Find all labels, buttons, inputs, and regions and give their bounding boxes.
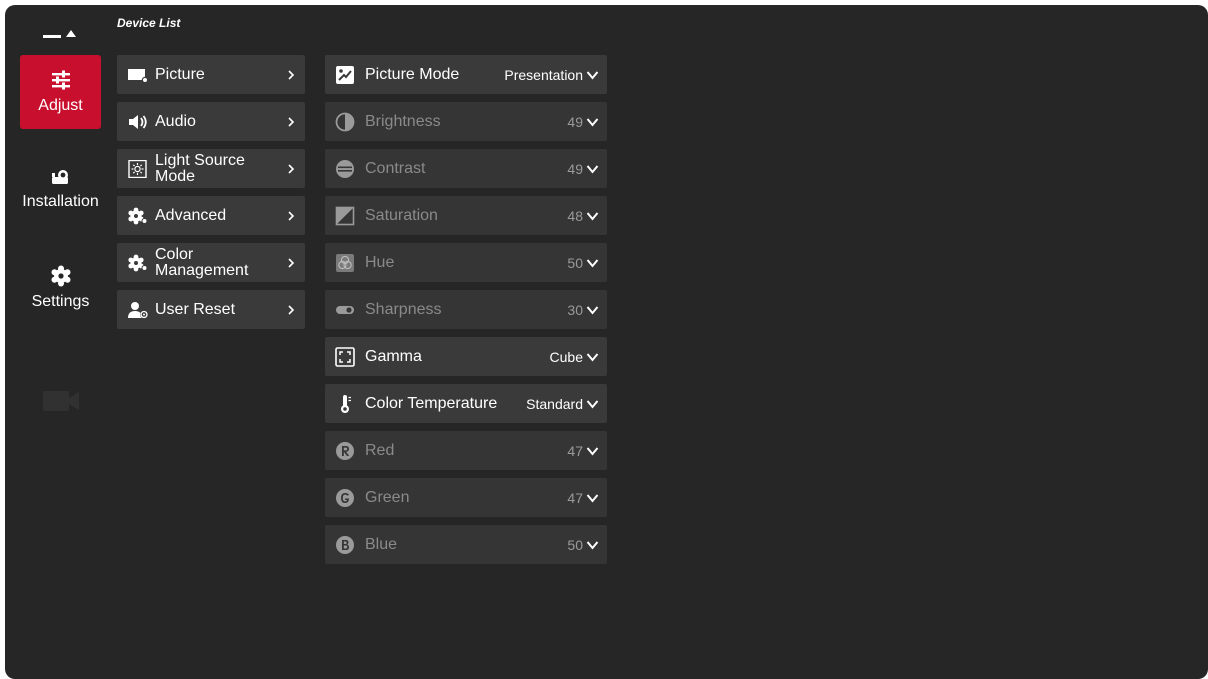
collapse-menu-icon[interactable] xyxy=(43,29,85,43)
setting-brightness[interactable]: Brightness 49 xyxy=(325,102,607,141)
picture-mode-icon xyxy=(336,65,354,84)
red-r-icon xyxy=(336,441,354,460)
thermometer-icon xyxy=(341,394,351,413)
setting-color-temperature[interactable]: Color Temperature Standard xyxy=(325,384,607,423)
setting-value: 47 xyxy=(567,442,583,459)
setting-value: 49 xyxy=(567,113,583,130)
nav-label: Installation xyxy=(22,193,99,210)
contrast-icon xyxy=(336,159,354,178)
setting-red[interactable]: Red 47 xyxy=(325,431,607,470)
gear-icon xyxy=(51,265,70,287)
submenu-item-advanced[interactable]: Advanced xyxy=(117,196,305,235)
camera-icon xyxy=(43,391,79,411)
setting-value: 50 xyxy=(567,536,583,553)
submenu-label: Light Source Mode xyxy=(155,151,245,185)
setting-blue[interactable]: Blue 50 xyxy=(325,525,607,564)
advanced-gear-icon xyxy=(128,207,148,224)
submenu-label: Advanced xyxy=(155,206,227,224)
setting-label: Sharpness xyxy=(365,300,442,318)
chevron-right-icon xyxy=(288,210,295,221)
user-reset-icon xyxy=(128,301,148,318)
setting-value: Presentation xyxy=(504,66,583,83)
hue-icon xyxy=(336,253,354,272)
app-screen: Device List Adjust Installation Settings… xyxy=(5,5,1208,679)
chevron-down-icon[interactable] xyxy=(586,399,599,409)
setting-value: 49 xyxy=(567,160,583,177)
setting-label: Gamma xyxy=(365,347,422,365)
setting-label: Hue xyxy=(365,253,395,271)
projector-icon xyxy=(51,170,68,184)
setting-label: Red xyxy=(365,441,395,459)
sharpness-icon xyxy=(336,305,354,314)
setting-label: Green xyxy=(365,488,410,506)
page-title: Device List xyxy=(117,16,181,30)
gamma-icon xyxy=(335,346,355,367)
setting-sharpness[interactable]: Sharpness 30 xyxy=(325,290,607,329)
chevron-down-icon[interactable] xyxy=(586,352,599,362)
submenu-item-picture[interactable]: Picture xyxy=(117,55,305,94)
setting-value: 30 xyxy=(567,301,583,318)
speaker-icon xyxy=(129,114,147,129)
setting-label: Color Temperature xyxy=(365,394,498,412)
setting-green[interactable]: Green 47 xyxy=(325,478,607,517)
submenu-label: Audio xyxy=(155,112,196,130)
submenu-label: Color Management xyxy=(155,245,249,279)
chevron-down-icon[interactable] xyxy=(586,305,599,315)
chevron-right-icon xyxy=(288,116,295,127)
chevron-right-icon xyxy=(288,163,295,174)
setting-label: Picture Mode xyxy=(365,65,460,83)
setting-value: 48 xyxy=(567,207,583,224)
submenu-item-light-source-mode[interactable]: Light Source Mode xyxy=(117,149,305,188)
setting-gamma[interactable]: Gamma Cube xyxy=(325,337,607,376)
blue-b-icon xyxy=(336,535,354,554)
color-management-icon xyxy=(128,254,148,271)
setting-label: Brightness xyxy=(365,112,441,130)
chevron-down-icon[interactable] xyxy=(586,70,599,80)
submenu-label: Picture xyxy=(155,65,205,83)
nav-label: Adjust xyxy=(38,97,83,114)
light-source-icon xyxy=(128,159,147,178)
setting-value: 47 xyxy=(567,489,583,506)
picture-icon xyxy=(128,68,149,83)
setting-value: Standard xyxy=(526,395,583,412)
saturation-icon xyxy=(335,206,355,225)
setting-label: Contrast xyxy=(365,159,426,177)
submenu-item-color-management[interactable]: Color Management xyxy=(117,243,305,282)
chevron-right-icon xyxy=(288,304,295,315)
chevron-down-icon[interactable] xyxy=(586,117,599,127)
chevron-down-icon[interactable] xyxy=(586,493,599,503)
chevron-down-icon[interactable] xyxy=(586,258,599,268)
setting-label: Saturation xyxy=(365,206,438,224)
setting-saturation[interactable]: Saturation 48 xyxy=(325,196,607,235)
green-g-icon xyxy=(336,488,354,507)
chevron-down-icon[interactable] xyxy=(586,164,599,174)
chevron-down-icon[interactable] xyxy=(586,540,599,550)
submenu-label: User Reset xyxy=(155,300,236,318)
setting-picture-mode[interactable]: Picture Mode Presentation xyxy=(325,55,607,94)
sliders-icon xyxy=(51,70,70,90)
chevron-down-icon[interactable] xyxy=(586,211,599,221)
setting-value: 50 xyxy=(567,254,583,271)
setting-hue[interactable]: Hue 50 xyxy=(325,243,607,282)
setting-value: Cube xyxy=(549,348,583,365)
brightness-icon xyxy=(335,112,355,131)
chevron-right-icon xyxy=(288,257,295,268)
nav-item-adjust[interactable]: Adjust xyxy=(20,55,101,129)
nav-item-installation[interactable]: Installation xyxy=(20,151,101,225)
chevron-down-icon[interactable] xyxy=(586,446,599,456)
submenu-item-audio[interactable]: Audio xyxy=(117,102,305,141)
nav-label: Settings xyxy=(31,293,90,310)
submenu-item-user-reset[interactable]: User Reset xyxy=(117,290,305,329)
setting-contrast[interactable]: Contrast 49 xyxy=(325,149,607,188)
setting-label: Blue xyxy=(365,535,398,553)
chevron-right-icon xyxy=(288,69,295,80)
nav-item-settings[interactable]: Settings xyxy=(20,251,101,325)
